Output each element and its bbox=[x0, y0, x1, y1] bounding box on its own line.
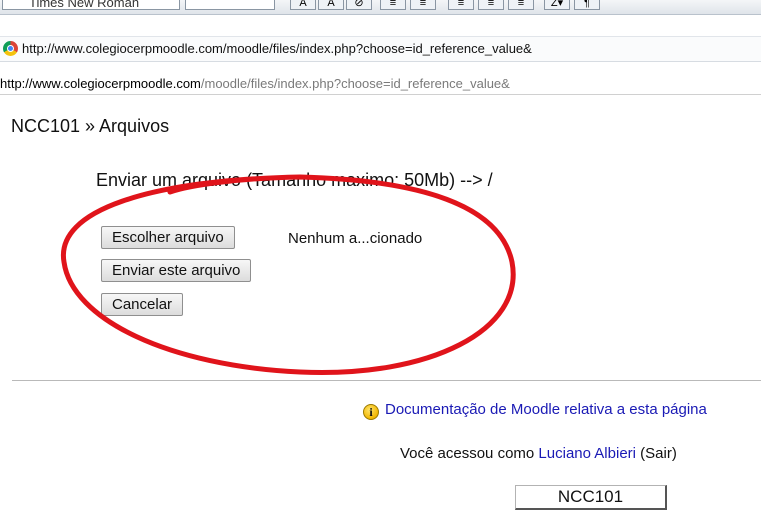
toolbar-button-style[interactable]: Z▾ bbox=[544, 0, 570, 10]
toolbar-button-indent[interactable]: ≡ bbox=[478, 0, 504, 10]
send-file-button[interactable]: Enviar este arquivo bbox=[101, 259, 252, 282]
font-size-select[interactable] bbox=[185, 0, 275, 10]
login-prefix: Você acessou como bbox=[400, 445, 539, 462]
toolbar-button-bold[interactable]: A bbox=[290, 0, 316, 10]
toolbar-button-paragraph[interactable]: ¶ bbox=[574, 0, 600, 10]
cancel-button[interactable]: Cancelar bbox=[101, 293, 184, 316]
editor-toolbar: Times New Roman A A ⊘ ≡ ≡ ≡ ≡ ≡ Z▾ ¶ bbox=[0, 0, 761, 15]
user-link[interactable]: Luciano Albieri bbox=[538, 445, 636, 462]
font-name-select[interactable]: Times New Roman bbox=[2, 0, 180, 10]
choose-file-button[interactable]: Escolher arquivo bbox=[101, 226, 235, 249]
file-status: Nenhum a...cionado bbox=[288, 230, 423, 247]
address-bar[interactable]: http://www.colegiocerpmoodle.com/moodle/… bbox=[0, 36, 761, 62]
chrome-icon bbox=[3, 41, 18, 56]
moodle-docs-link[interactable]: Documentação de Moodle relativa a esta p… bbox=[385, 401, 707, 418]
course-home-button[interactable]: NCC101 bbox=[515, 485, 667, 510]
address-url[interactable]: http://www.colegiocerpmoodle.com/moodle/… bbox=[22, 37, 532, 61]
url-path: /moodle/files/index.php?choose=id_refere… bbox=[200, 76, 510, 91]
separator bbox=[12, 380, 761, 381]
toolbar-button-list-numbered[interactable]: ≡ bbox=[410, 0, 436, 10]
info-icon: i bbox=[363, 404, 379, 420]
login-info: Você acessou como Luciano Albieri (Sair) bbox=[400, 445, 677, 462]
toolbar-button-list[interactable]: ≡ bbox=[380, 0, 406, 10]
toolbar-button-italic[interactable]: A bbox=[318, 0, 344, 10]
upload-title: Enviar um arquivo (Tamanho maximo: 50Mb)… bbox=[96, 170, 493, 190]
toolbar-button-clear[interactable]: ⊘ bbox=[346, 0, 372, 10]
page-url-line: http://www.colegiocerpmoodle.com/moodle/… bbox=[0, 74, 761, 95]
breadcrumb: NCC101 » Arquivos bbox=[11, 116, 170, 136]
login-suffix: (Sair) bbox=[636, 445, 677, 462]
toolbar-button-align[interactable]: ≡ bbox=[508, 0, 534, 10]
toolbar-button-outdent[interactable]: ≡ bbox=[448, 0, 474, 10]
moodle-docs-row: i Documentação de Moodle relativa a esta … bbox=[363, 401, 707, 420]
url-host: http://www.colegiocerpmoodle.com bbox=[0, 76, 201, 91]
